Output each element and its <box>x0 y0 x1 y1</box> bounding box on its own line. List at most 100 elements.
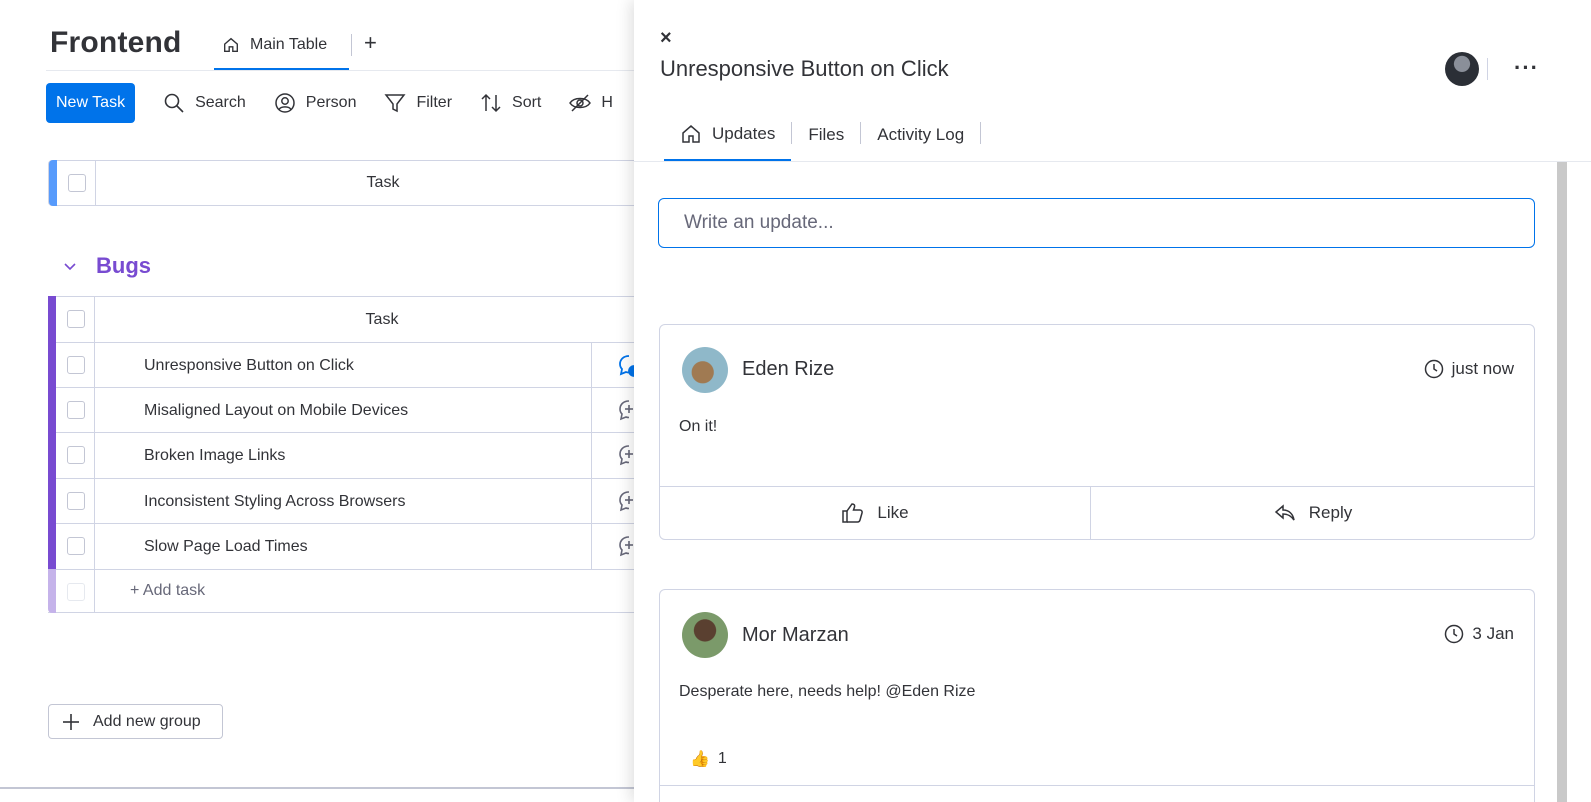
avatar[interactable] <box>1445 52 1479 86</box>
row-checkbox[interactable] <box>67 492 85 510</box>
header-divider <box>1487 58 1488 80</box>
like-button[interactable]: Like <box>660 487 1090 539</box>
board-title: Frontend <box>50 26 182 59</box>
top-group-color-bar <box>49 160 57 206</box>
like-label: Like <box>877 503 909 522</box>
update-card: Eden Rize just now On it! Like Reply <box>659 324 1535 540</box>
task-name[interactable]: Broken Image Links <box>144 447 285 465</box>
bugs-color-bar <box>48 387 56 434</box>
bugs-group-header[interactable]: Bugs <box>62 253 151 279</box>
column-divider <box>94 433 95 478</box>
add-new-group-label: Add new group <box>93 712 201 730</box>
column-divider <box>94 479 95 524</box>
tab-activity-log[interactable]: Activity Log <box>861 116 980 154</box>
update-card: Mor Marzan 3 Jan Desperate here, needs h… <box>659 589 1535 802</box>
tab-divider <box>351 34 352 56</box>
add-view-button[interactable]: + <box>364 30 377 56</box>
close-icon[interactable]: × <box>660 27 672 50</box>
tab-updates[interactable]: Updates <box>664 116 792 162</box>
row-checkbox[interactable] <box>67 356 85 374</box>
search-button[interactable]: Search <box>163 92 246 114</box>
row-checkbox[interactable] <box>67 537 85 555</box>
update-body: Desperate here, needs help! @Eden Rize <box>679 683 976 700</box>
bugs-color-bar <box>48 523 56 570</box>
row-checkbox[interactable] <box>67 401 85 419</box>
table-row[interactable]: Unresponsive Button on Click <box>48 342 648 389</box>
column-divider <box>591 524 592 569</box>
avatar[interactable] <box>682 347 728 393</box>
bugs-header-row: Task <box>48 296 648 343</box>
person-filter-button[interactable]: Person <box>274 92 356 114</box>
table-row[interactable]: Inconsistent Styling Across Browsers <box>48 478 648 525</box>
bugs-group-title[interactable]: Bugs <box>96 253 151 279</box>
task-name[interactable]: Unresponsive Button on Click <box>144 357 354 375</box>
tab-main-table[interactable]: Main Table <box>214 22 349 70</box>
update-timestamp: 3 Jan <box>1444 624 1514 644</box>
bugs-color-bar <box>48 432 56 479</box>
add-task-row[interactable]: + Add task <box>48 569 648 613</box>
table-row[interactable]: Broken Image Links <box>48 432 648 479</box>
sort-label: Sort <box>512 94 542 111</box>
reply-icon <box>1274 504 1295 521</box>
eye-hidden-icon <box>569 94 592 112</box>
column-divider <box>94 388 95 433</box>
table-row[interactable]: Misaligned Layout on Mobile Devices <box>48 387 648 434</box>
select-all-checkbox[interactable] <box>67 310 85 328</box>
plus-icon <box>63 713 79 730</box>
avatar[interactable] <box>682 612 728 658</box>
reply-button[interactable]: Reply <box>1090 487 1534 539</box>
column-divider <box>591 343 592 388</box>
sort-button[interactable]: Sort <box>480 92 541 114</box>
table-row[interactable]: Slow Page Load Times <box>48 523 648 570</box>
tab-divider <box>980 122 982 144</box>
more-options-icon[interactable]: ··· <box>1514 55 1539 81</box>
search-icon <box>164 93 184 113</box>
panel-tabs: Updates Files Activity Log <box>664 116 982 162</box>
tab-main-table-label: Main Table <box>250 36 328 53</box>
new-task-button[interactable]: New Task <box>46 83 136 123</box>
person-icon <box>275 93 295 113</box>
reaction-badge[interactable]: 👍 1 <box>690 749 727 769</box>
update-author[interactable]: Mor Marzan <box>742 624 849 647</box>
update-time-label: just now <box>1451 359 1514 378</box>
add-new-group-button[interactable]: Add new group <box>48 704 223 739</box>
home-icon <box>682 124 700 143</box>
bugs-color-bar <box>48 342 56 389</box>
header-divider <box>46 70 646 71</box>
tab-updates-label: Updates <box>712 123 776 143</box>
add-task-checkbox <box>67 583 85 601</box>
tabs-divider <box>634 161 1591 162</box>
column-divider <box>94 570 95 612</box>
column-divider <box>94 524 95 569</box>
chevron-down-icon[interactable] <box>62 258 78 274</box>
bugs-color-bar <box>48 478 56 525</box>
scrollbar[interactable] <box>1557 162 1567 802</box>
select-all-checkbox[interactable] <box>68 174 86 192</box>
search-label: Search <box>195 94 246 111</box>
tab-files[interactable]: Files <box>792 116 860 154</box>
task-name[interactable]: Misaligned Layout on Mobile Devices <box>144 402 408 420</box>
task-column-header: Task <box>365 310 399 328</box>
board-toolbar: New Task Search Person Filter Sort H <box>46 83 613 123</box>
hide-label: H <box>601 94 613 111</box>
row-checkbox[interactable] <box>67 446 85 464</box>
update-time-label: 3 Jan <box>1472 624 1514 643</box>
card-divider <box>660 785 1534 786</box>
thumbs-up-icon <box>842 503 864 523</box>
panel-item-title[interactable]: Unresponsive Button on Click <box>660 56 949 82</box>
task-name[interactable]: Slow Page Load Times <box>144 538 308 556</box>
hide-button[interactable]: H <box>569 92 613 114</box>
update-actions: Like Reply <box>660 486 1534 539</box>
add-task-input[interactable]: + Add task <box>130 582 205 600</box>
reply-label: Reply <box>1308 503 1353 522</box>
update-author[interactable]: Eden Rize <box>742 358 834 381</box>
tab-activity-log-label: Activity Log <box>877 125 965 144</box>
write-update-input[interactable]: Write an update... <box>658 198 1535 248</box>
column-divider <box>591 433 592 478</box>
column-divider <box>591 479 592 524</box>
task-name[interactable]: Inconsistent Styling Across Browsers <box>144 493 405 511</box>
filter-button[interactable]: Filter <box>384 92 452 114</box>
task-column-header: Task <box>366 174 400 191</box>
bugs-color-bar-light <box>48 569 56 613</box>
update-body: On it! <box>679 418 718 435</box>
